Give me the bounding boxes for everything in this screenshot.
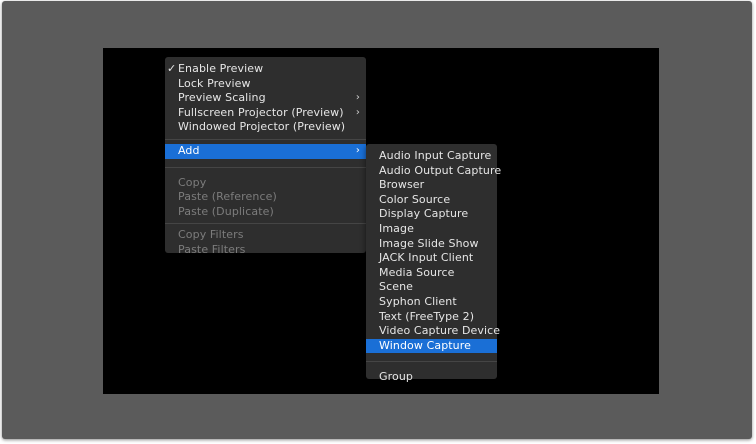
chevron-right-icon: › (355, 106, 360, 118)
menu-item-add[interactable]: Add › (165, 143, 366, 159)
menu-item-label: Display Capture (379, 207, 469, 221)
menu-item-label: Paste (Duplicate) (178, 204, 274, 218)
menu-item-label: Image Slide Show (379, 236, 479, 250)
menu-separator (165, 166, 366, 168)
menu-item-label: Paste Filters (178, 242, 246, 256)
submenu-item-color-source[interactable]: Color Source (366, 193, 497, 208)
menu-item-enable-preview[interactable]: ✓ Enable Preview (165, 62, 366, 77)
menu-item-fullscreen-projector[interactable]: Fullscreen Projector (Preview) › (165, 106, 366, 121)
menu-item-label: Text (FreeType 2) (379, 309, 475, 323)
menu-item-label: Video Capture Device (379, 324, 501, 338)
submenu-item-media-source[interactable]: Media Source (366, 266, 497, 281)
submenu-item-window-capture[interactable]: Window Capture (366, 338, 497, 354)
submenu-item-video-capture-device[interactable]: Video Capture Device (366, 324, 501, 339)
menu-item-label: Scene (379, 280, 414, 294)
submenu-item-scene[interactable]: Scene (366, 280, 497, 295)
menu-separator (366, 361, 497, 363)
submenu-item-image[interactable]: Image (366, 222, 497, 237)
menu-separator (165, 223, 366, 225)
submenu-item-image-slide-show[interactable]: Image Slide Show (366, 237, 497, 252)
menu-item-windowed-projector[interactable]: Windowed Projector (Preview) (165, 120, 366, 135)
menu-item-label: Fullscreen Projector (Preview) (178, 105, 344, 119)
chevron-right-icon: › (355, 92, 360, 104)
menu-item-label: Copy (178, 175, 207, 189)
menu-item-label: JACK Input Client (379, 251, 474, 265)
submenu-item-jack-input-client[interactable]: JACK Input Client (366, 251, 497, 266)
menu-item-label: Copy Filters (178, 228, 244, 242)
submenu-item-syphon-client[interactable]: Syphon Client (366, 295, 497, 310)
menu-item-label: Preview Scaling (178, 91, 266, 105)
submenu-item-text-freetype[interactable]: Text (FreeType 2) (366, 310, 497, 325)
menu-item-label: Audio Input Capture (379, 149, 492, 162)
preview-context-menu: ✓ Enable Preview Lock Preview Preview Sc… (165, 57, 366, 256)
menu-item-lock-preview[interactable]: Lock Preview (165, 77, 366, 92)
menu-item-label: Audio Output Capture (379, 163, 502, 177)
add-source-submenu: Audio Input Capture Audio Output Capture… (366, 144, 501, 383)
chevron-right-icon: › (355, 144, 360, 156)
menu-item-paste-filters[interactable]: Paste Filters (165, 243, 366, 258)
menu-item-copy[interactable]: Copy (165, 176, 366, 191)
submenu-item-browser[interactable]: Browser (366, 178, 497, 193)
menu-item-label: Syphon Client (379, 294, 457, 308)
menu-item-label: Enable Preview (178, 62, 264, 75)
submenu-item-audio-output-capture[interactable]: Audio Output Capture (366, 164, 501, 179)
submenu-item-audio-input-capture[interactable]: Audio Input Capture (366, 149, 497, 164)
menu-item-label: Image (379, 221, 414, 235)
menu-item-copy-filters[interactable]: Copy Filters (165, 228, 366, 243)
menu-item-paste-duplicate[interactable]: Paste (Duplicate) (165, 205, 366, 220)
menu-item-label: Windowed Projector (Preview) (178, 120, 346, 134)
menu-item-label: Group (379, 370, 413, 384)
menu-separator (165, 138, 366, 140)
checkmark-icon: ✓ (167, 62, 177, 75)
menu-item-paste-reference[interactable]: Paste (Reference) (165, 190, 366, 205)
menu-item-preview-scaling[interactable]: Preview Scaling › (165, 91, 366, 106)
menu-item-label: Media Source (379, 265, 455, 279)
submenu-item-group[interactable]: Group (366, 370, 497, 385)
menu-item-label: Paste (Reference) (178, 190, 277, 204)
submenu-item-display-capture[interactable]: Display Capture (366, 207, 497, 222)
menu-item-label: Add (178, 143, 200, 157)
menu-item-label: Color Source (379, 192, 451, 206)
menu-item-label: Lock Preview (178, 76, 251, 90)
menu-item-label: Browser (379, 178, 425, 192)
menu-item-label: Window Capture (379, 338, 472, 352)
